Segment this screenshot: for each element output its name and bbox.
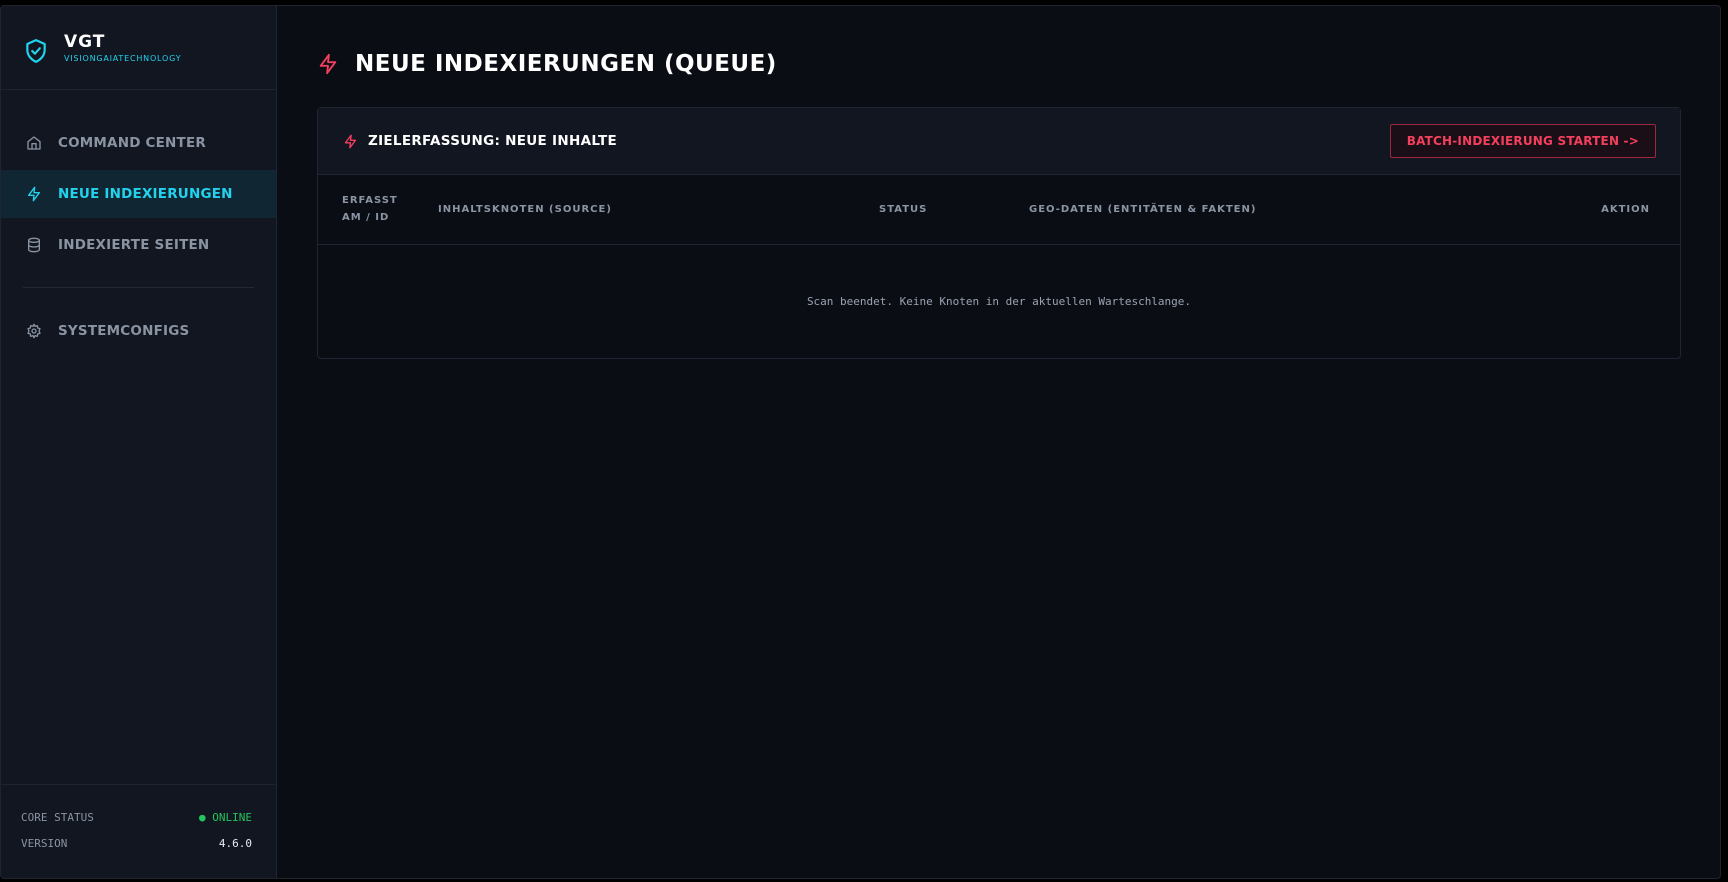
sidebar-item-systemconfigs[interactable]: SYSTEMCONFIGS xyxy=(1,307,276,355)
card-title: ZIELERFASSUNG: NEUE INHALTE xyxy=(368,133,618,149)
core-status-row: CORE STATUS ● ONLINE xyxy=(21,811,252,837)
card-header: ZIELERFASSUNG: NEUE INHALTE BATCH-INDEXI… xyxy=(318,108,1680,175)
sidebar-divider xyxy=(23,287,254,288)
sidebar: VGT VISIONGAIATECHNOLOGY COMMAND CENTER xyxy=(1,6,277,878)
table-header-row: ERFASST AM / ID INHALTSKNOTEN (SOURCE) S… xyxy=(318,175,1680,244)
lightning-icon xyxy=(25,185,43,203)
home-icon xyxy=(25,134,43,152)
core-status-label: CORE STATUS xyxy=(21,811,94,824)
sidebar-item-indexierte-seiten[interactable]: INDEXIERTE SEITEN xyxy=(1,221,276,269)
sidebar-footer: CORE STATUS ● ONLINE VERSION 4.6.0 xyxy=(1,784,276,878)
app-window: VGT VISIONGAIATECHNOLOGY COMMAND CENTER xyxy=(0,5,1721,879)
version-label: VERSION xyxy=(21,837,68,850)
column-header-erfasst[interactable]: ERFASST AM / ID xyxy=(318,175,438,244)
sidebar-item-command-center[interactable]: COMMAND CENTER xyxy=(1,119,276,167)
column-header-aktion[interactable]: AKTION xyxy=(1512,175,1680,244)
sidebar-item-label: SYSTEMCONFIGS xyxy=(58,323,190,339)
core-status-value: ● ONLINE xyxy=(199,811,252,824)
empty-message: Scan beendet. Keine Knoten in der aktuel… xyxy=(806,294,1192,308)
version-value: 4.6.0 xyxy=(218,837,252,850)
sidebar-item-neue-indexierungen[interactable]: NEUE INDEXIERUNGEN xyxy=(1,170,276,218)
sidebar-item-label: NEUE INDEXIERUNGEN xyxy=(58,186,233,202)
column-header-status[interactable]: STATUS xyxy=(879,175,1029,244)
column-header-geo-daten[interactable]: GEO-DATEN (ENTITÄTEN & FAKTEN) xyxy=(1029,175,1512,244)
gear-icon xyxy=(25,322,43,340)
version-row: VERSION 4.6.0 xyxy=(21,837,252,863)
sidebar-item-label: COMMAND CENTER xyxy=(58,135,206,151)
shield-check-icon xyxy=(26,39,46,63)
brand[interactable]: VGT VISIONGAIATECHNOLOGY xyxy=(1,6,276,90)
queue-card: ZIELERFASSUNG: NEUE INHALTE BATCH-INDEXI… xyxy=(317,107,1681,359)
batch-indexing-button[interactable]: BATCH-INDEXIERUNG STARTEN -> xyxy=(1389,124,1656,158)
brand-subtitle: VISIONGAIATECHNOLOGY xyxy=(64,54,182,63)
brand-title: VGT xyxy=(64,32,106,52)
sidebar-nav: COMMAND CENTER NEUE INDEXIERUNGEN INDEXI… xyxy=(1,90,276,355)
sidebar-item-label: INDEXIERTE SEITEN xyxy=(58,237,210,253)
database-icon xyxy=(25,236,43,254)
empty-row: Scan beendet. Keine Knoten in der aktuel… xyxy=(318,244,1680,358)
lightning-icon xyxy=(344,134,357,148)
column-header-source[interactable]: INHALTSKNOTEN (SOURCE) xyxy=(438,175,879,244)
main-content: NEUE INDEXIERUNGEN (QUEUE) ZIELERFASSUNG… xyxy=(277,6,1720,878)
page-title: NEUE INDEXIERUNGEN (QUEUE) xyxy=(355,51,777,77)
queue-table: ERFASST AM / ID INHALTSKNOTEN (SOURCE) S… xyxy=(318,175,1680,358)
lightning-icon xyxy=(319,53,337,75)
page-header: NEUE INDEXIERUNGEN (QUEUE) xyxy=(317,42,1681,86)
